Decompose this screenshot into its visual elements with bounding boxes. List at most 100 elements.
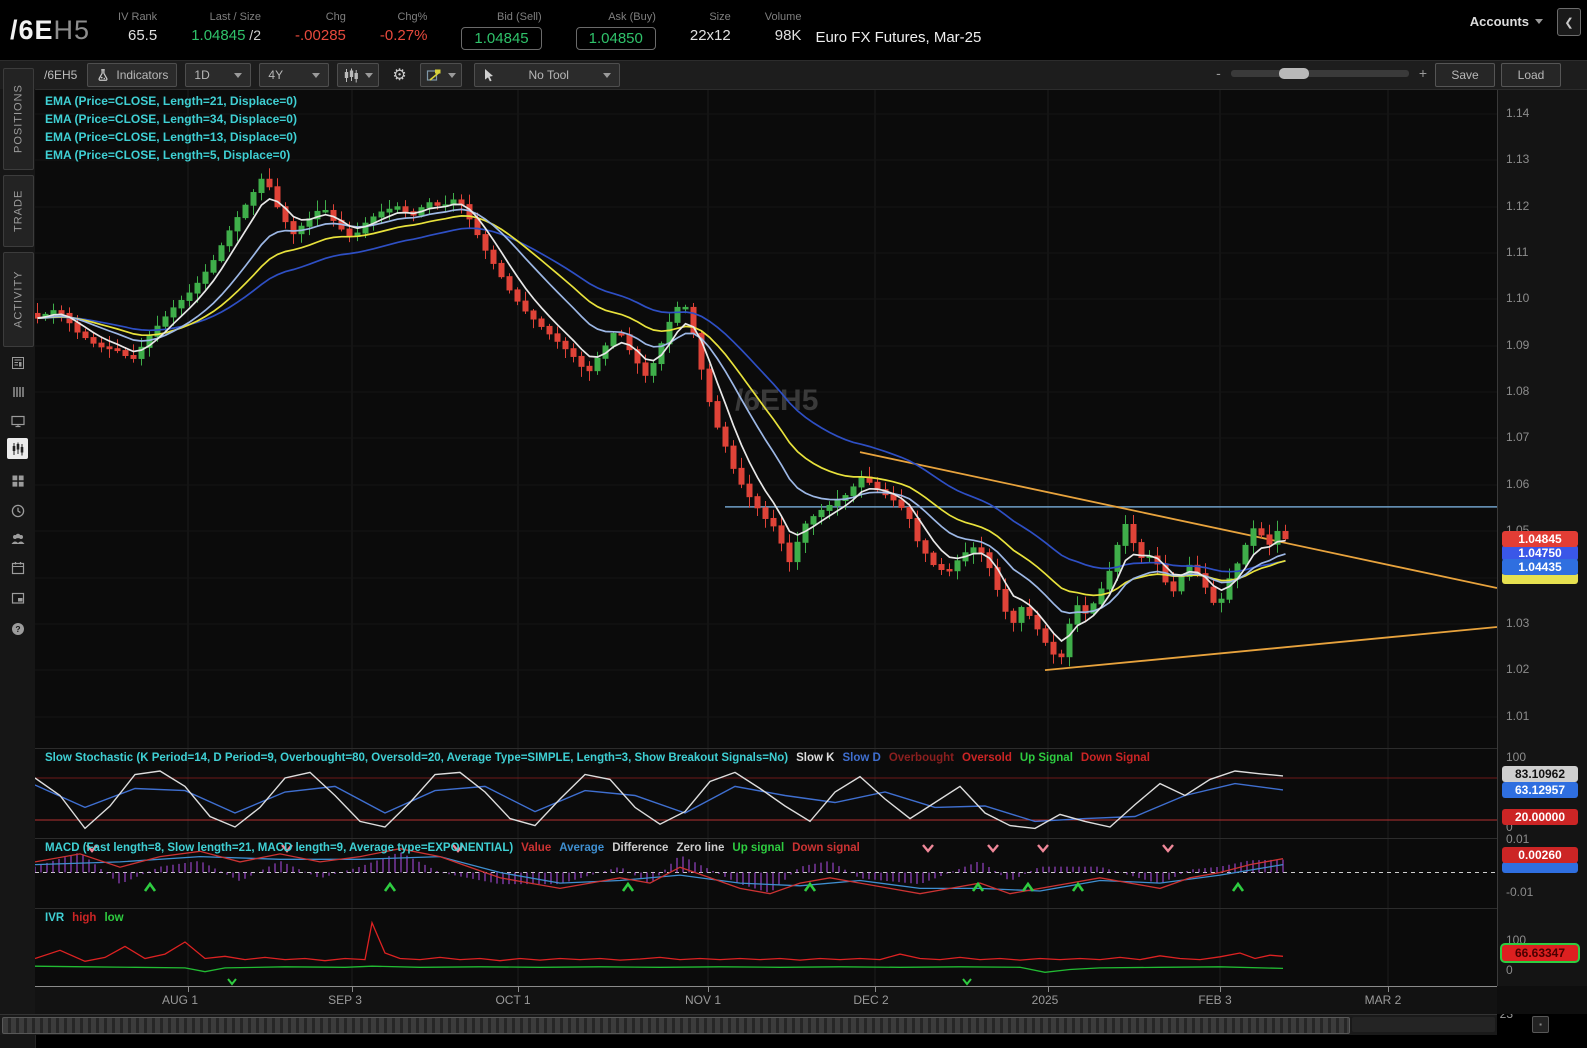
chevron-down-icon: [602, 72, 611, 78]
ema-label: EMA (Price=CLOSE, Length=13, Displace=0): [45, 130, 297, 144]
watchlist-icon[interactable]: [7, 381, 28, 402]
cursor-icon: [484, 69, 493, 82]
timeframe-dropdown[interactable]: 1D: [185, 63, 252, 87]
zoom-slider[interactable]: [1230, 67, 1409, 79]
axis-tick: 1.12: [1506, 199, 1530, 213]
legend-item: Average: [559, 842, 605, 854]
date-tick-mark: [188, 987, 189, 992]
svg-text:?: ?: [15, 624, 20, 634]
macd-panel[interactable]: MACD (Fast length=8, Slow length=21, MAC…: [35, 838, 1497, 909]
help-icon[interactable]: ?: [7, 618, 28, 639]
legend-item: Difference: [612, 842, 669, 854]
drawing-tools-dropdown[interactable]: [419, 63, 462, 87]
quote-field-size: Size 22x12: [690, 11, 731, 44]
ivr-panel[interactable]: IVR high low: [35, 908, 1497, 987]
sidebar-tab-trade[interactable]: TRADE: [3, 175, 34, 247]
indicators-button[interactable]: Indicators: [87, 63, 178, 87]
field-label: Volume: [764, 10, 802, 23]
price-axis[interactable]: 1.14 1.13 1.12 1.11 1.10 1.09 1.08 1.07 1.06 1.05…: [1497, 90, 1587, 986]
quote-field-last-size: Last / Size 1.04845 /2: [191, 11, 261, 44]
legend-item: IVR: [45, 912, 65, 924]
date-axis[interactable]: AUG 1SEP 3OCT 1NOV 1DEC 22025FEB 3MAR 2M…: [35, 986, 1526, 1021]
quote-field-chg%: Chg% -0.27%: [380, 11, 428, 44]
chevron-down-icon: [312, 72, 321, 78]
axis-tick: 1.07: [1506, 430, 1530, 444]
community-icon[interactable]: [7, 528, 28, 549]
flask-icon: [98, 69, 108, 81]
monitor-icon[interactable]: [7, 410, 28, 431]
zoom-slider-thumb[interactable]: [1278, 67, 1309, 79]
zoom-in-button[interactable]: +: [1419, 65, 1427, 81]
scrollbar-end-button[interactable]: ▪: [1532, 1016, 1549, 1033]
price-badge: [1502, 862, 1578, 873]
axis-tick: 1.08: [1506, 384, 1530, 398]
legend-item: Oversold: [962, 752, 1012, 764]
date-label: MAR 2: [1364, 993, 1402, 1007]
field-value: 1.04845 /2: [191, 26, 261, 44]
field-value: 22x12: [689, 26, 731, 44]
legend-item: low: [104, 912, 124, 924]
accounts-dropdown[interactable]: Accounts: [1470, 14, 1543, 29]
field-label: Bid (Sell): [497, 10, 542, 23]
ema-label: EMA (Price=CLOSE, Length=21, Displace=0): [45, 94, 297, 108]
chart-icon[interactable]: [7, 438, 28, 459]
legend-item: Down signal: [792, 842, 860, 854]
popout-icon[interactable]: [7, 587, 28, 608]
clock-icon[interactable]: [7, 500, 28, 521]
active-tool-dropdown[interactable]: No Tool: [473, 63, 620, 87]
drawing-tool-icon: [426, 69, 441, 81]
candlestick-chart[interactable]: /6EH5: [35, 90, 1497, 748]
quote-field-volume: Volume 98K: [765, 11, 802, 44]
axis-tick: 1.14: [1506, 106, 1530, 120]
quote-fields: IV Rank 65.5 Last / Size 1.04845 /2 Chg -.002…: [118, 11, 801, 50]
zoom-control: - +: [1216, 65, 1427, 81]
slow-stochastic-panel[interactable]: Slow Stochastic (K Period=14, D Period=9…: [35, 748, 1497, 839]
axis-corner: [1497, 986, 1587, 1014]
symbol-title: /6EH5: [10, 14, 91, 45]
axis-tick: 1.09: [1506, 338, 1530, 352]
legend-item: Zero line: [676, 842, 725, 854]
scrollbar-track[interactable]: [1352, 1017, 1495, 1032]
chevron-down-icon: [1535, 19, 1543, 24]
date-tick-mark: [352, 987, 353, 992]
collapse-panel-button[interactable]: ❮: [1557, 8, 1581, 36]
save-button[interactable]: Save: [1435, 63, 1495, 87]
scrollbar-thumb[interactable]: [2, 1017, 1350, 1034]
date-tick-mark: [518, 987, 519, 992]
range-dropdown[interactable]: 4Y: [259, 63, 330, 87]
ema-study-labels: EMA (Price=CLOSE, Length=21, Displace=0)…: [45, 94, 297, 166]
legend-item: Value: [521, 842, 552, 854]
legend-item: Slow K: [796, 752, 835, 764]
grid-icon[interactable]: [7, 470, 28, 491]
axis-tick: 1.03: [1506, 616, 1530, 630]
sidebar-tab-positions[interactable]: POSITIONS: [3, 68, 34, 170]
price-badge: 66.63347: [1502, 945, 1578, 961]
ivr-legend: IVR high low: [45, 912, 140, 924]
macd-legend: MACD (Fast length=8, Slow length=21, MAC…: [45, 842, 876, 854]
legend-item: high: [72, 912, 97, 924]
axis-tick: -0.01: [1506, 885, 1534, 899]
load-button[interactable]: Load: [1501, 63, 1561, 87]
legend-item: Slow D: [842, 752, 881, 764]
price-chart-panel[interactable]: EMA (Price=CLOSE, Length=21, Displace=0)…: [35, 90, 1497, 748]
ivr-plot[interactable]: [35, 909, 1497, 987]
ema-label: EMA (Price=CLOSE, Length=5, Displace=0): [45, 148, 291, 162]
date-label: DEC 2: [853, 993, 889, 1007]
chart-style-dropdown[interactable]: [337, 63, 380, 87]
news-icon[interactable]: [7, 352, 28, 373]
zoom-out-button[interactable]: -: [1216, 65, 1221, 81]
chevron-down-icon: [234, 72, 243, 78]
date-label: NOV 1: [684, 993, 722, 1007]
field-label: Chg%: [397, 10, 428, 23]
price-badge: 83.10962: [1502, 766, 1578, 782]
calendar-icon[interactable]: [7, 557, 28, 578]
price-badge: 1.04435: [1502, 559, 1578, 575]
price-badge: 0.00260: [1502, 847, 1578, 863]
chevron-down-icon: [447, 72, 456, 78]
sidebar-tab-activity[interactable]: ACTIVITY: [3, 252, 34, 347]
horizontal-scrollbar[interactable]: [0, 1014, 1497, 1035]
axis-tick: 100: [1506, 750, 1527, 764]
axis-tick: 1.10: [1506, 291, 1530, 305]
chevron-down-icon: [365, 72, 374, 78]
chart-settings-button[interactable]: ⚙: [387, 64, 411, 86]
